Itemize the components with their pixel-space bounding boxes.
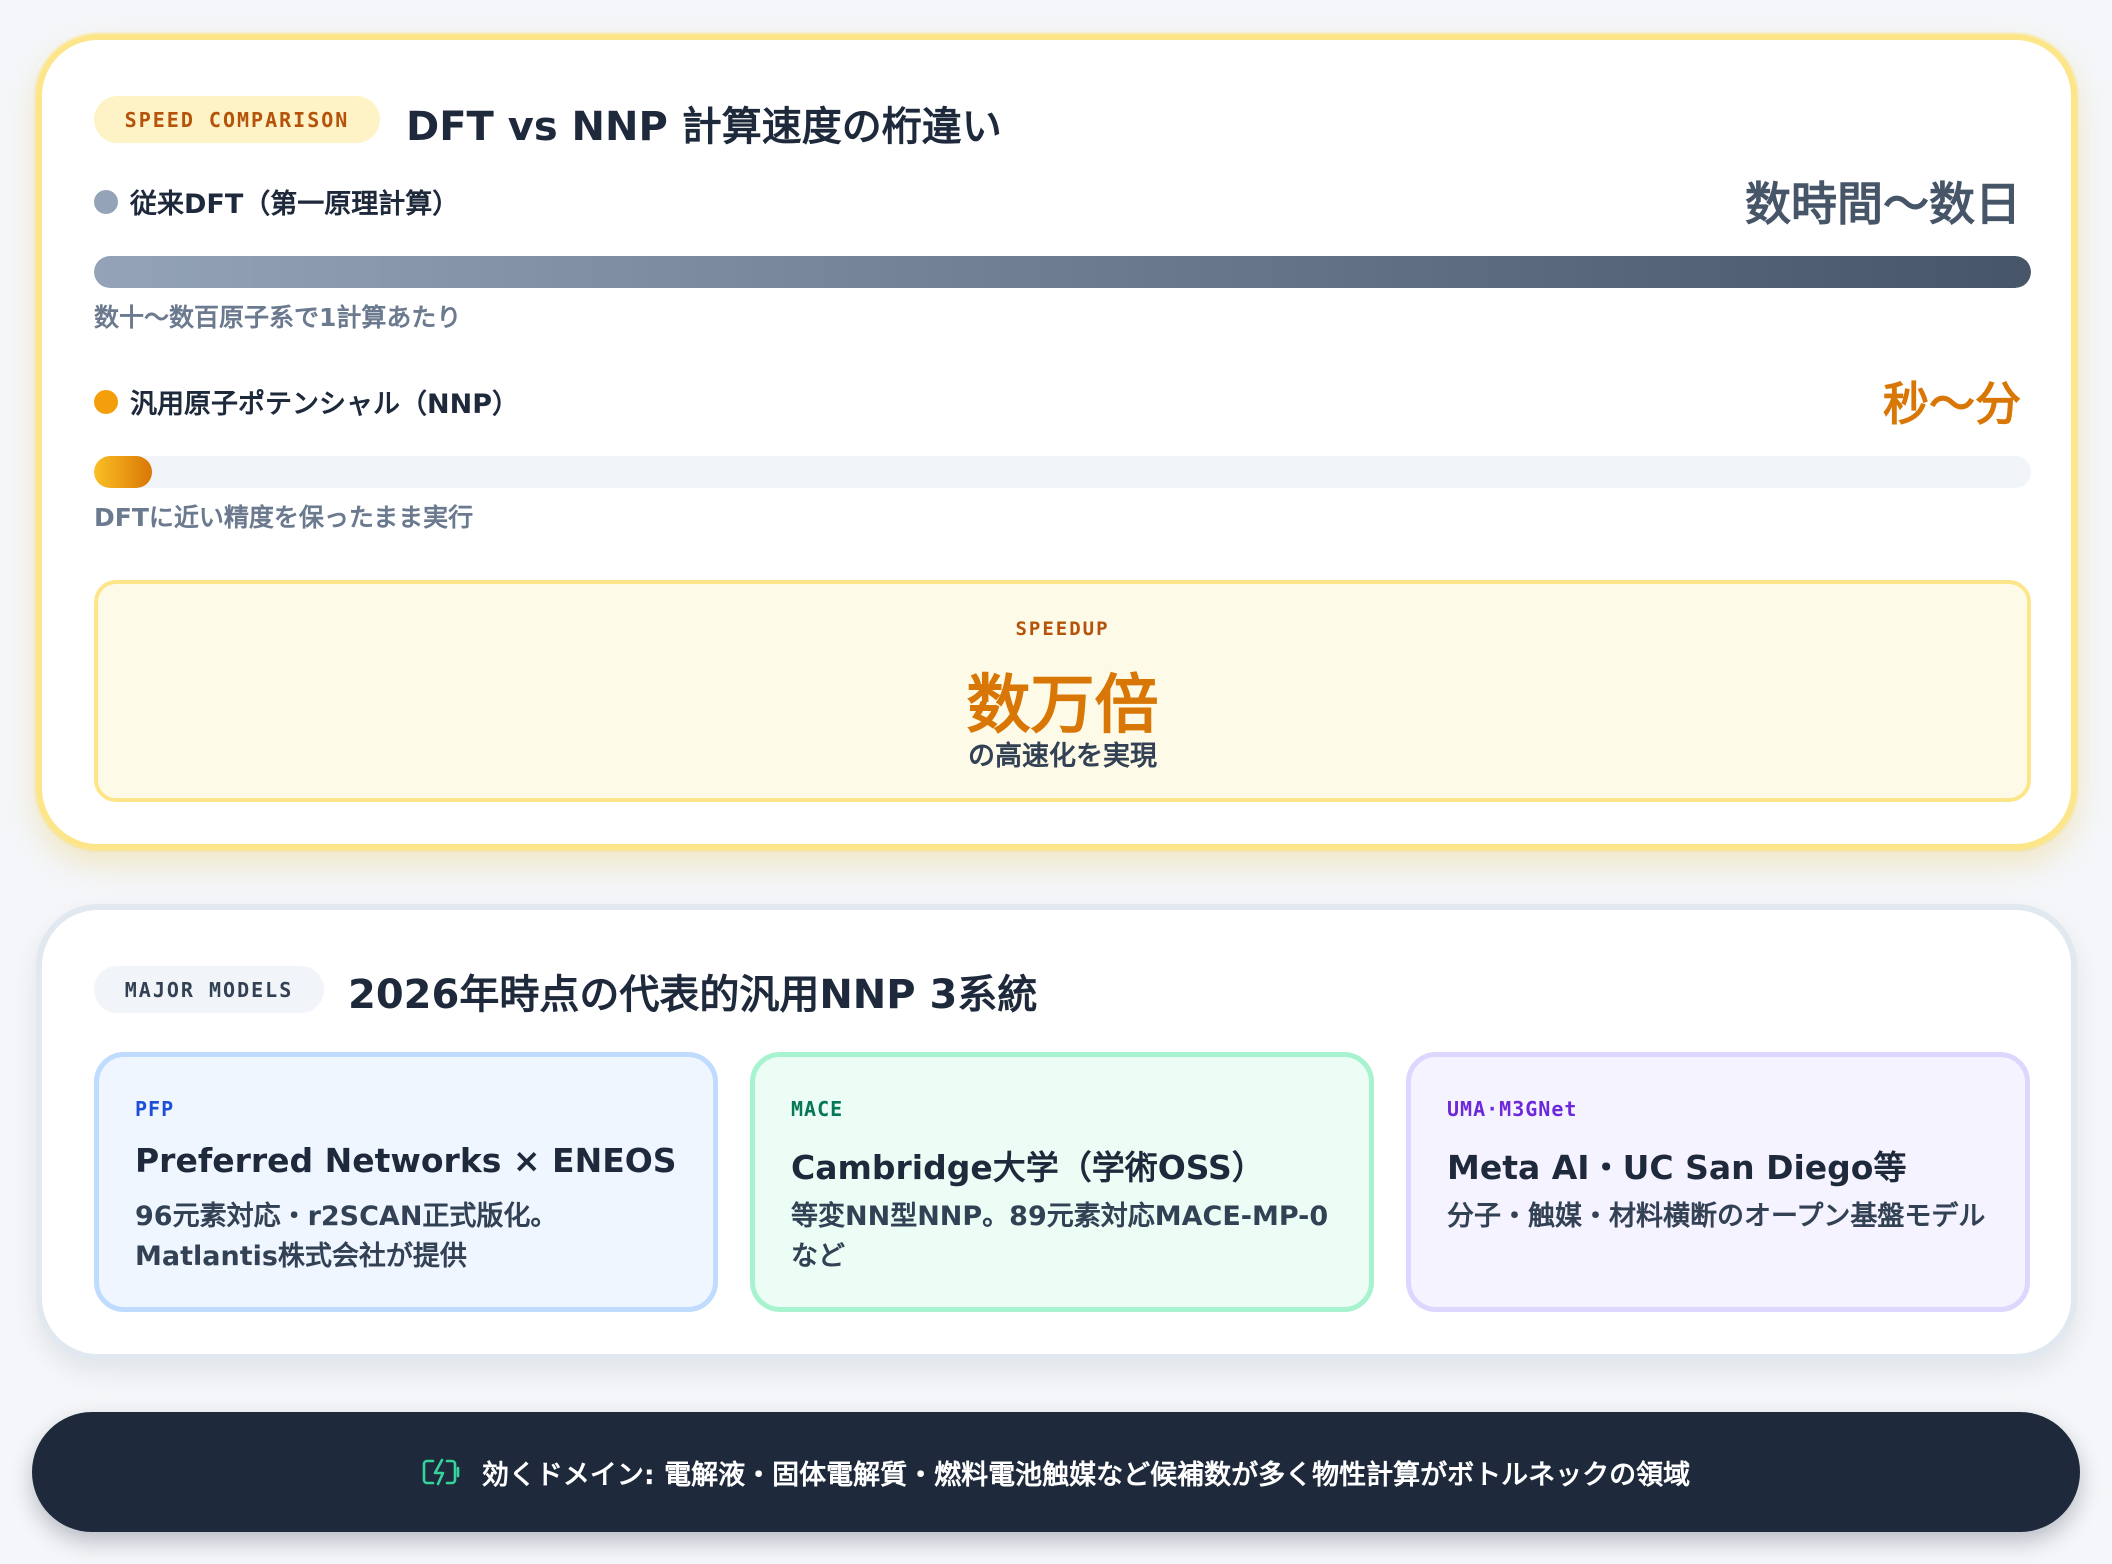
model-name: Preferred Networks × ENEOS — [135, 1141, 677, 1180]
speed-comparison-tag: SPEED COMPARISON — [94, 96, 380, 143]
model-description: 96元素対応・r2SCAN正式版化。Matlantis株式会社が提供 — [135, 1201, 558, 1272]
domain-banner-text: 効くドメイン: 電解液・固体電解質・燃料電池触媒など候補数が多く物性計算がボトル… — [481, 1459, 1691, 1491]
model-card-uma-m3gnet: UMA·M3GNet Meta AI・UC San Diego等 分子・触媒・材… — [1406, 1052, 2030, 1312]
model-description: 分子・触媒・材料横断のオープン基盤モデル — [1447, 1201, 1986, 1232]
model-description: 等変NN型NNP。89元素対応MACE-MP-0など — [791, 1201, 1329, 1272]
model-card-mace: MACE Cambridge大学（学術OSS） 等変NN型NNP。89元素対応M… — [750, 1052, 1374, 1312]
model-card-pfp: PFP Preferred Networks × ENEOS 96元素対応・r2… — [94, 1052, 718, 1312]
speed-comparison-card: SPEED COMPARISON DFT vs NNP 計算速度の桁違い 従来D… — [36, 34, 2077, 850]
speedup-label: SPEEDUP — [1015, 618, 1110, 640]
speedup-value: 数万倍 — [966, 669, 1159, 743]
model-tag: UMA·M3GNet — [1447, 1097, 1578, 1121]
speed-comparison-title: DFT vs NNP 計算速度の桁違い — [406, 104, 1002, 150]
page: SPEED COMPARISON DFT vs NNP 計算速度の桁違い 従来D… — [0, 0, 2112, 1564]
model-name: Meta AI・UC San Diego等 — [1447, 1148, 1907, 1187]
dft-label: 従来DFT（第一原理計算） — [130, 189, 460, 220]
major-models-title: 2026年時点の代表的汎用NNP 3系統 — [348, 972, 1038, 1018]
domain-banner: 効くドメイン: 電解液・固体電解質・燃料電池触媒など候補数が多く物性計算がボトル… — [32, 1412, 2080, 1532]
model-tag: PFP — [135, 1097, 175, 1121]
nnp-speed-bar — [94, 456, 2031, 488]
nnp-speed-bar-fill — [94, 456, 153, 488]
dft-dot — [94, 190, 118, 214]
dft-speed-bar — [94, 256, 2031, 288]
nnp-note: DFTに近い精度を保ったまま実行 — [94, 503, 474, 532]
speedup-caption: の高速化を実現 — [968, 741, 1157, 772]
nnp-time-value: 秒〜分 — [1883, 377, 2021, 431]
dft-time-value: 数時間〜数日 — [1745, 177, 2021, 231]
battery-charging-icon — [422, 1455, 460, 1489]
nnp-label: 汎用原子ポテンシャル（NNP） — [130, 389, 519, 420]
dft-speed-bar-fill — [94, 256, 2031, 288]
speedup-box: SPEEDUP 数万倍 の高速化を実現 — [94, 580, 2031, 802]
nnp-dot — [94, 390, 118, 414]
major-models-card: MAJOR MODELS 2026年時点の代表的汎用NNP 3系統 PFP Pr… — [36, 904, 2077, 1360]
dft-note: 数十〜数百原子系で1計算あたり — [94, 303, 462, 332]
model-name: Cambridge大学（学術OSS） — [791, 1148, 1265, 1187]
major-models-tag: MAJOR MODELS — [94, 966, 324, 1013]
model-tag: MACE — [791, 1097, 844, 1121]
